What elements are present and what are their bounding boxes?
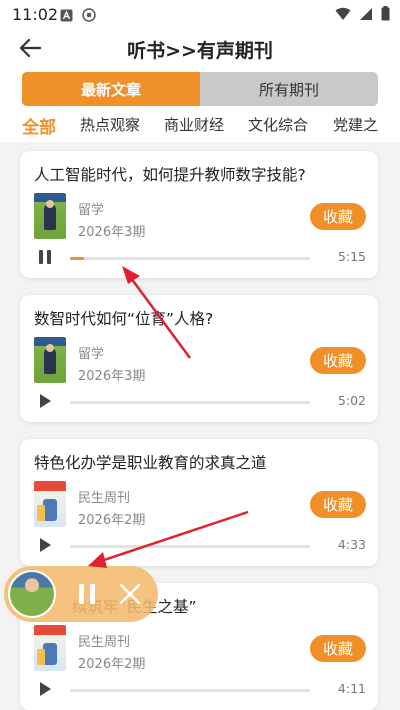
mini-player-cover[interactable]: [8, 570, 56, 618]
magazine-cover: [34, 337, 66, 383]
play-icon: [40, 394, 51, 408]
signal-icon: [360, 7, 372, 20]
status-bar: 11:02: [0, 0, 400, 28]
segment-bar: 最新文章 所有期刊: [0, 68, 400, 110]
page-title: 听书>>有声期刊: [127, 40, 273, 62]
magazine-cover: [34, 193, 66, 239]
play-button[interactable]: [36, 536, 54, 554]
app-header: 听书>>有声期刊: [0, 28, 400, 68]
article-title[interactable]: 人工智能时代，如何提升教师数字技能?: [34, 163, 306, 185]
progress-bar[interactable]: [70, 401, 310, 404]
category-hot-topics[interactable]: 热点观察: [80, 114, 140, 135]
article-card[interactable]: 特色化办学是职业教育的求真之道 民生周刊 2026年2期 收藏 4:33: [20, 439, 378, 566]
play-button[interactable]: [36, 392, 54, 410]
play-icon: [40, 682, 51, 696]
issue-label: 2026年2期: [78, 513, 146, 528]
article-title[interactable]: 特色化办学是职业教育的求真之道: [34, 451, 267, 473]
pause-icon: [39, 250, 51, 264]
magazine-cover: [34, 625, 66, 671]
tab-all-journals[interactable]: 所有期刊: [200, 72, 378, 106]
favorite-button[interactable]: 收藏: [310, 203, 366, 230]
article-title[interactable]: 数智时代如何“位育”人格?: [34, 307, 213, 329]
mini-pause-icon[interactable]: [74, 581, 100, 607]
duration-label: 4:11: [337, 681, 366, 696]
article-card[interactable]: 数智时代如何“位育”人格? 留学 2026年3期 收藏 5:02: [20, 295, 378, 422]
category-all[interactable]: 全部: [22, 113, 56, 138]
favorite-button[interactable]: 收藏: [310, 491, 366, 518]
pause-button[interactable]: [36, 248, 54, 266]
magazine-name: 留学: [78, 347, 105, 362]
favorite-button[interactable]: 收藏: [310, 635, 366, 662]
duration-label: 5:02: [337, 393, 366, 408]
category-culture[interactable]: 文化综合: [248, 114, 308, 135]
category-party-building[interactable]: 党建之: [333, 114, 378, 135]
progress-bar[interactable]: [70, 257, 310, 260]
progress-bar[interactable]: [70, 545, 310, 548]
article-card[interactable]: 人工智能时代，如何提升教师数字技能? 留学 2026年3期 收藏 5:15: [20, 151, 378, 278]
progress-fill: [70, 257, 85, 260]
wifi-icon: [335, 7, 351, 20]
duration-label: 4:33: [337, 537, 366, 552]
status-time: 11:02: [12, 5, 59, 24]
progress-bar[interactable]: [70, 689, 310, 692]
issue-label: 2026年3期: [78, 369, 146, 384]
issue-label: 2026年2期: [78, 657, 146, 672]
issue-label: 2026年3期: [78, 225, 146, 240]
eye-sync-icon: [82, 8, 96, 22]
magazine-name: 民生周刊: [78, 491, 131, 506]
mini-close-icon[interactable]: [116, 580, 144, 608]
floating-mini-player[interactable]: [4, 566, 158, 622]
category-business[interactable]: 商业财经: [164, 114, 224, 135]
play-button[interactable]: [36, 680, 54, 698]
tab-latest-articles[interactable]: 最新文章: [22, 72, 200, 106]
battery-icon: [381, 6, 390, 21]
favorite-button[interactable]: 收藏: [310, 347, 366, 374]
magazine-name: 民生周刊: [78, 635, 131, 650]
notification-a-icon: [60, 9, 73, 21]
play-icon: [40, 538, 51, 552]
magazine-cover: [34, 481, 66, 527]
category-tabs: 全部 热点观察 商业财经 文化综合 党建之: [0, 110, 400, 142]
magazine-name: 留学: [78, 203, 105, 218]
duration-label: 5:15: [337, 249, 366, 264]
